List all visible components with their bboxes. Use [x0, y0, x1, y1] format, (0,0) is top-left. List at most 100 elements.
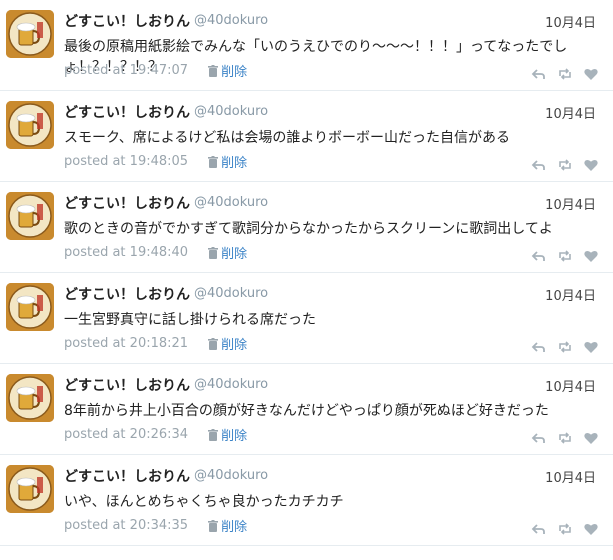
display-name[interactable]: どすこい！しおりん — [64, 466, 190, 486]
tweet-actions — [531, 248, 599, 264]
avatar[interactable] — [6, 10, 54, 58]
retweet-button[interactable] — [557, 430, 573, 446]
posted-time: 19:47:07 — [129, 63, 189, 78]
tweet-text: いや、ほんとめちゃくちゃ良かったカチカチ — [64, 494, 344, 510]
avatar[interactable] — [6, 192, 54, 240]
posted-at: posted at 19:48:40 — [64, 245, 188, 260]
delete-button[interactable]: 削除 — [208, 516, 247, 535]
user-handle[interactable]: @40dokuro — [194, 13, 268, 28]
beer-mug-avatar-icon — [6, 283, 54, 331]
tweet-text: 8年前から井上小百合の顔が好きなんだけどやっぱり顔が死ぬほど好きだった — [64, 403, 549, 419]
heart-icon — [584, 523, 598, 535]
posted-time: 20:34:35 — [129, 518, 189, 533]
like-button[interactable] — [583, 248, 599, 264]
beer-mug-avatar-icon — [6, 10, 54, 58]
tweet-meta: posted at 19:48:40 削除 — [64, 243, 247, 262]
posted-prefix: posted at — [64, 427, 126, 442]
retweet-icon — [559, 68, 571, 80]
posted-time: 20:26:34 — [129, 427, 189, 442]
delete-button[interactable]: 削除 — [208, 61, 247, 80]
like-button[interactable] — [583, 66, 599, 82]
beer-mug-avatar-icon — [6, 192, 54, 240]
posted-at: posted at 19:47:07 — [64, 63, 188, 78]
reply-button[interactable] — [531, 339, 547, 355]
tweet-1: どすこい！しおりん @40dokuro 10月4日 最後の原稿用紙影絵でみんな「… — [0, 0, 613, 91]
user-handle[interactable]: @40dokuro — [194, 104, 268, 119]
reply-button[interactable] — [531, 66, 547, 82]
tweet-3: どすこい！しおりん @40dokuro 10月4日 歌のときの音がでかすぎて歌詞… — [0, 182, 613, 273]
retweet-button[interactable] — [557, 248, 573, 264]
trash-icon — [208, 428, 219, 441]
display-name[interactable]: どすこい！しおりん — [64, 102, 190, 122]
delete-button[interactable]: 削除 — [208, 152, 247, 171]
tweet-date[interactable]: 10月4日 — [545, 376, 596, 395]
tweet-date[interactable]: 10月4日 — [545, 285, 596, 304]
tweet-6: どすこい！しおりん @40dokuro 10月4日 いや、ほんとめちゃくちゃ良か… — [0, 455, 613, 546]
user-handle[interactable]: @40dokuro — [194, 468, 268, 483]
reply-button[interactable] — [531, 521, 547, 537]
retweet-button[interactable] — [557, 66, 573, 82]
beer-mug-avatar-icon — [6, 465, 54, 513]
like-button[interactable] — [583, 157, 599, 173]
tweet-meta: posted at 19:48:05 削除 — [64, 152, 247, 171]
reply-icon — [531, 160, 545, 170]
reply-icon — [531, 524, 545, 534]
delete-button[interactable]: 削除 — [208, 243, 247, 262]
retweet-button[interactable] — [557, 339, 573, 355]
retweet-button[interactable] — [557, 521, 573, 537]
reply-icon — [531, 433, 545, 443]
delete-label: 削除 — [221, 156, 248, 171]
delete-button[interactable]: 削除 — [208, 425, 247, 444]
delete-label: 削除 — [221, 520, 248, 535]
trash-icon — [208, 64, 219, 77]
heart-icon — [584, 250, 598, 262]
display-name[interactable]: どすこい！しおりん — [64, 284, 190, 304]
like-button[interactable] — [583, 521, 599, 537]
tweet-4: どすこい！しおりん @40dokuro 10月4日 一生宮野真守に話し掛けられる… — [0, 273, 613, 364]
reply-icon — [531, 69, 545, 79]
posted-at: posted at 20:18:21 — [64, 336, 188, 351]
tweet-feed: どすこい！しおりん @40dokuro 10月4日 最後の原稿用紙影絵でみんな「… — [0, 0, 613, 560]
delete-label: 削除 — [221, 429, 248, 444]
delete-label: 削除 — [221, 65, 248, 80]
retweet-icon — [559, 523, 571, 535]
display-name[interactable]: どすこい！しおりん — [64, 375, 190, 395]
user-handle[interactable]: @40dokuro — [194, 377, 268, 392]
tweet-meta: posted at 20:34:35 削除 — [64, 516, 247, 535]
tweet-date[interactable]: 10月4日 — [545, 103, 596, 122]
reply-button[interactable] — [531, 157, 547, 173]
posted-at: posted at 19:48:05 — [64, 154, 188, 169]
beer-mug-avatar-icon — [6, 374, 54, 422]
delete-button[interactable]: 削除 — [208, 334, 247, 353]
tweet-date[interactable]: 10月4日 — [545, 12, 596, 31]
tweet-meta: posted at 20:26:34 削除 — [64, 425, 247, 444]
tweet-date[interactable]: 10月4日 — [545, 194, 596, 213]
tweet-actions — [531, 430, 599, 446]
tweet-meta: posted at 20:18:21 削除 — [64, 334, 247, 353]
posted-time: 19:48:40 — [129, 245, 189, 260]
reply-icon — [531, 251, 545, 261]
avatar[interactable] — [6, 101, 54, 149]
retweet-icon — [559, 432, 571, 444]
tweet-text: スモーク、席によるけど私は会場の誰よりボーボー山だった自信がある — [64, 130, 511, 146]
avatar[interactable] — [6, 374, 54, 422]
posted-prefix: posted at — [64, 336, 126, 351]
posted-at: posted at 20:34:35 — [64, 518, 188, 533]
posted-prefix: posted at — [64, 63, 126, 78]
tweet-date[interactable]: 10月4日 — [545, 467, 596, 486]
display-name[interactable]: どすこい！しおりん — [64, 11, 190, 31]
retweet-icon — [559, 159, 571, 171]
delete-label: 削除 — [221, 338, 248, 353]
reply-button[interactable] — [531, 430, 547, 446]
like-button[interactable] — [583, 430, 599, 446]
avatar[interactable] — [6, 465, 54, 513]
display-name[interactable]: どすこい！しおりん — [64, 193, 190, 213]
avatar[interactable] — [6, 283, 54, 331]
like-button[interactable] — [583, 339, 599, 355]
trash-icon — [208, 155, 219, 168]
retweet-button[interactable] — [557, 157, 573, 173]
reply-button[interactable] — [531, 248, 547, 264]
user-handle[interactable]: @40dokuro — [194, 286, 268, 301]
retweet-icon — [559, 341, 571, 353]
user-handle[interactable]: @40dokuro — [194, 195, 268, 210]
